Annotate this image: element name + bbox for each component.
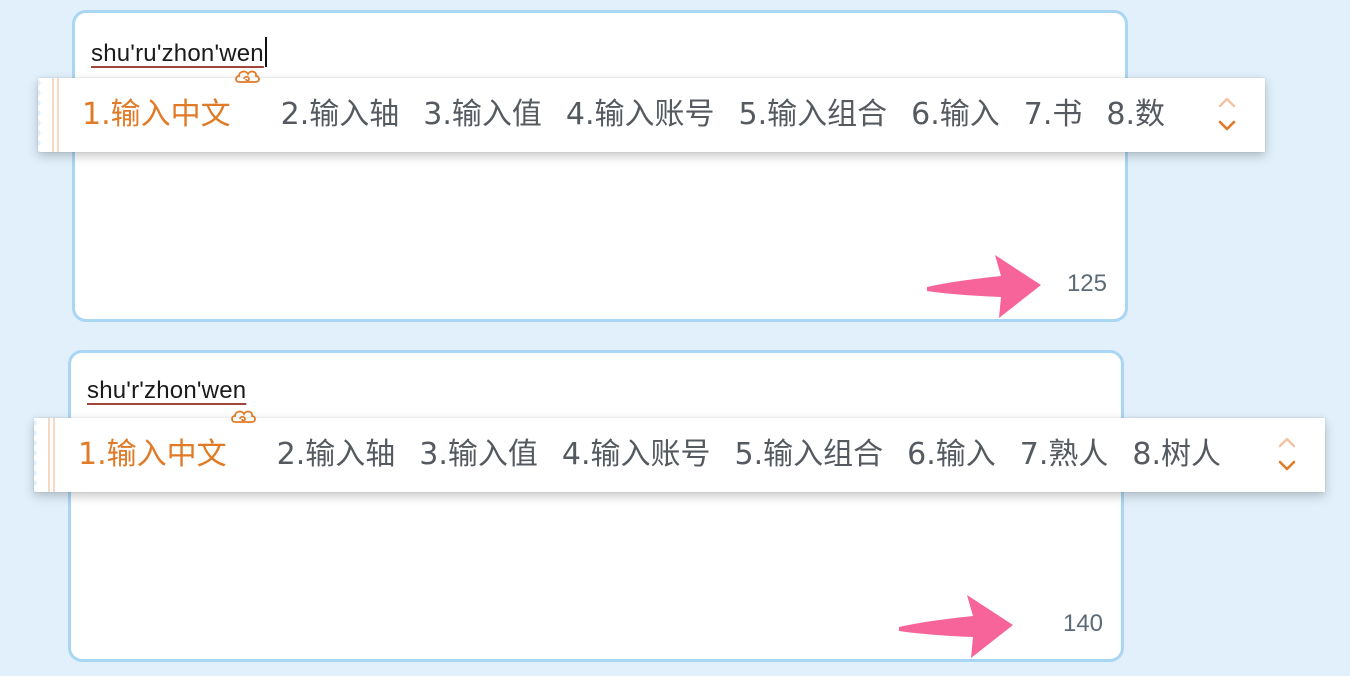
text-input-box-1[interactable]: shu'ru'zhon'wen 125 bbox=[72, 10, 1128, 322]
composition-text: shu'r'zhon'wen bbox=[87, 377, 247, 404]
candidate-2[interactable]: 2.输入轴 bbox=[281, 100, 400, 130]
candidate-5[interactable]: 5.输入组合 bbox=[739, 100, 888, 130]
ime-candidate-bar-1: 1.输入中文 2.输入轴 3.输入值 4.输入账号 5.输入组合 6.输入 7.… bbox=[38, 70, 1265, 152]
candidate-list: 1.输入中文 2.输入轴 3.输入值 4.输入账号 5.输入组合 6.输入 7.… bbox=[78, 410, 1245, 492]
char-count: 140 bbox=[1062, 610, 1103, 637]
bar-torn-edge bbox=[34, 418, 58, 492]
page-navigation bbox=[1278, 437, 1296, 471]
candidate-6[interactable]: 6.输入 bbox=[911, 100, 1000, 130]
candidate-6[interactable]: 6.输入 bbox=[907, 440, 996, 470]
pink-arrow-icon bbox=[899, 595, 1013, 658]
stage: shu'ru'zhon'wen 125 shu'r'zhon'wen 140 1… bbox=[0, 0, 1350, 676]
candidate-4[interactable]: 4.输入账号 bbox=[566, 100, 715, 130]
ime-candidate-bar-2: 1.输入中文 2.输入轴 3.输入值 4.输入账号 5.输入组合 6.输入 7.… bbox=[34, 410, 1325, 492]
candidate-3[interactable]: 3.输入值 bbox=[423, 100, 542, 130]
candidate-8[interactable]: 8.数 bbox=[1106, 100, 1165, 130]
cloud-icon bbox=[230, 410, 256, 423]
chevron-up-icon[interactable] bbox=[1278, 437, 1296, 448]
page-navigation bbox=[1218, 97, 1236, 131]
bar-torn-edge bbox=[38, 78, 62, 152]
pink-arrow-icon bbox=[927, 255, 1041, 318]
chevron-down-icon[interactable] bbox=[1278, 460, 1296, 471]
candidate-list: 1.输入中文 2.输入轴 3.输入值 4.输入账号 5.输入组合 6.输入 7.… bbox=[82, 70, 1189, 152]
text-input-box-2[interactable]: shu'r'zhon'wen 140 bbox=[68, 350, 1124, 662]
chevron-up-icon[interactable] bbox=[1218, 97, 1236, 108]
text-caret bbox=[264, 37, 267, 67]
candidate-7[interactable]: 7.书 bbox=[1024, 100, 1083, 130]
candidate-7[interactable]: 7.熟人 bbox=[1020, 440, 1109, 470]
chevron-down-icon[interactable] bbox=[1218, 120, 1236, 131]
candidate-2[interactable]: 2.输入轴 bbox=[277, 440, 396, 470]
candidate-1[interactable]: 1.输入中文 bbox=[82, 70, 260, 130]
candidate-3[interactable]: 3.输入值 bbox=[419, 440, 538, 470]
candidate-5[interactable]: 5.输入组合 bbox=[735, 440, 884, 470]
candidate-8[interactable]: 8.树人 bbox=[1132, 440, 1221, 470]
candidate-1[interactable]: 1.输入中文 bbox=[78, 410, 256, 470]
composition-text: shu'ru'zhon'wen bbox=[91, 37, 267, 68]
char-count: 125 bbox=[1066, 270, 1107, 297]
cloud-icon bbox=[234, 70, 260, 83]
candidate-4[interactable]: 4.输入账号 bbox=[562, 440, 711, 470]
